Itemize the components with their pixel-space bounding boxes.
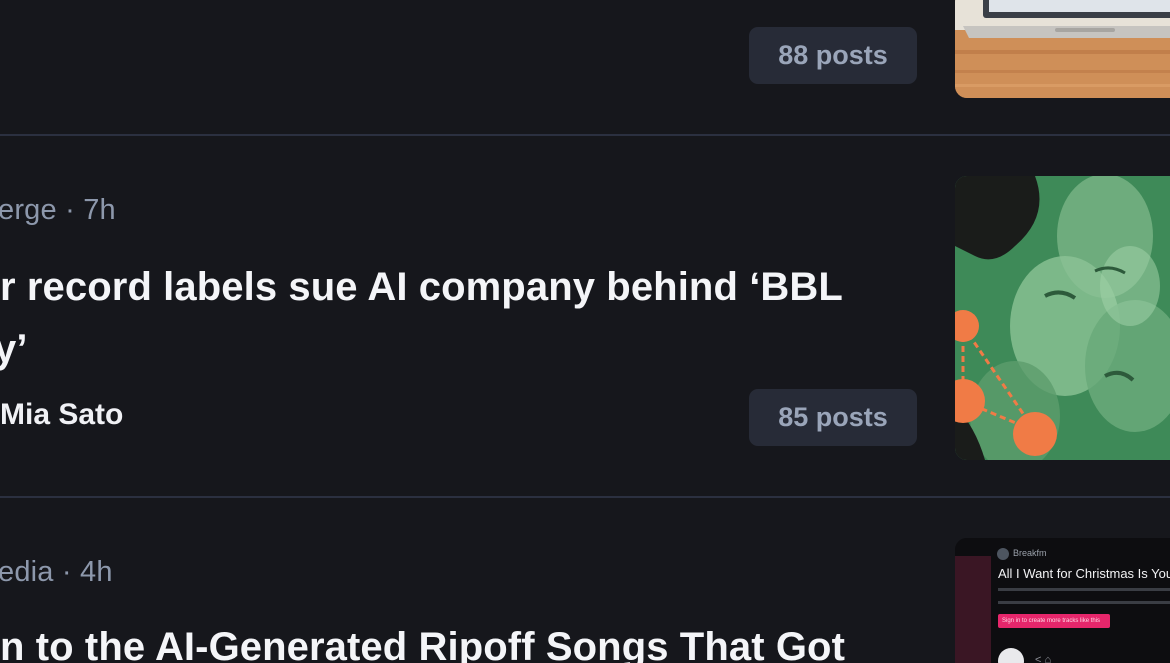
article-source-time: erge · 7h xyxy=(0,194,116,226)
thumbnail-source-label: Breakfm xyxy=(1013,548,1047,558)
ai-music-illustration-icon xyxy=(955,176,1170,460)
article-source-time: edia · 4h xyxy=(0,556,113,588)
article-byline[interactable]: Mia Sato xyxy=(0,398,123,432)
article-divider xyxy=(0,134,1170,136)
share-icon: < ⌂ xyxy=(1035,654,1052,663)
article-divider xyxy=(0,496,1170,498)
laptop-photo-icon xyxy=(955,0,1170,98)
posts-count-badge[interactable]: 85 posts xyxy=(749,389,917,446)
article-headline-line-2[interactable]: y’ xyxy=(0,318,28,380)
source-avatar-icon xyxy=(997,548,1009,560)
article-thumbnail-laptop[interactable] xyxy=(955,0,1170,98)
article-headline-line-1[interactable]: r record labels sue AI company behind ‘B… xyxy=(0,256,843,318)
feed-viewport: 88 posts erge · 7h r record labels sue A… xyxy=(0,0,1170,663)
posts-count-badge[interactable]: 88 posts xyxy=(749,27,917,84)
article-thumbnail-music-app[interactable]: Breakfm All I Want for Christmas Is You … xyxy=(955,538,1170,663)
article-thumbnail-ai-music[interactable] xyxy=(955,176,1170,460)
thumbnail-track-title: All I Want for Christmas Is You xyxy=(998,566,1170,581)
thumbnail-signin-button: Sign in to create more tracks like this xyxy=(998,614,1110,628)
article-headline-line-1[interactable]: n to the AI-Generated Ripoff Songs That … xyxy=(0,616,845,663)
